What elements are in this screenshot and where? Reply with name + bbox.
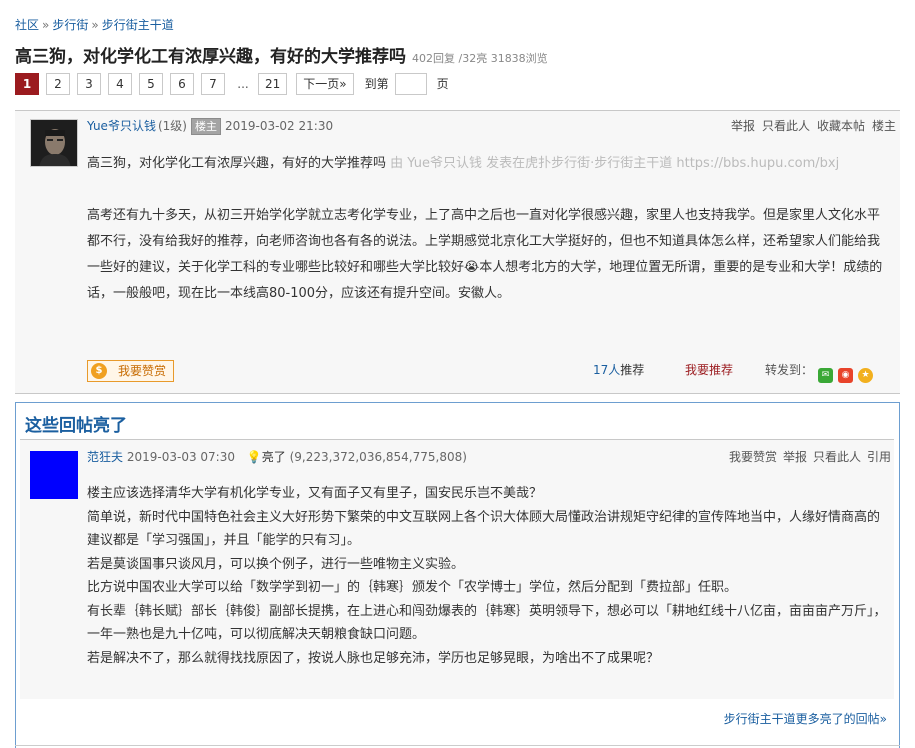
- reply-only-author-button[interactable]: 只看此人: [813, 450, 861, 464]
- reward-button[interactable]: $ 我要赞赏: [87, 360, 174, 382]
- author-link[interactable]: Yue爷只认钱: [87, 119, 156, 133]
- share-label: 转发到：: [765, 363, 814, 377]
- main-post: Yue爷只认钱 (1级) 楼主 2019-03-02 21:30 举报 只看此人 收藏本帖…: [15, 110, 900, 394]
- reply-report-button[interactable]: 举报: [783, 450, 807, 464]
- page-1-button[interactable]: 1: [15, 73, 39, 95]
- share-bar: 转发到： ✉ ◉ ★: [765, 361, 874, 383]
- reply-line: 楼主应该选择清华大学有机化学专业，又有面子又有里子，国安民乐岂不美哉？: [87, 486, 543, 501]
- reply-line: 有长辈｛韩长赋｝部长｛韩俊｝副部长提携，在上进心和闯劲爆表的｛韩寒｝英明领导下，…: [87, 603, 887, 643]
- reply-body: 楼主应该选择清华大学有机化学专业，又有面子又有里子，国安民乐岂不美哉？ 简单说，…: [87, 482, 887, 670]
- next-page-button[interactable]: 下一页»: [296, 73, 354, 95]
- reply-author-link[interactable]: 范狂夫: [87, 450, 123, 464]
- favorite-button[interactable]: 收藏本帖: [817, 119, 865, 133]
- post-source-note: 由 Yue爷只认钱 发表在虎扑步行街·步行街主干道 https://bbs.hu…: [390, 156, 840, 171]
- breadcrumb-separator: »: [42, 18, 50, 32]
- page-2-button[interactable]: 2: [46, 73, 70, 95]
- reply-line: 若是解决不了，那么就得找找原因了，按说人脉也足够充沛，学历也足够晃眼，为啥出不了…: [87, 650, 660, 666]
- reply-time: 2019-03-03 07:30: [126, 450, 235, 464]
- reply-line: 若是莫谈国事只谈风月，可以换个例子，进行一些唯物主义实验。: [87, 556, 465, 572]
- op-badge: 楼主: [190, 118, 221, 135]
- recommend-number[interactable]: 17人: [593, 363, 620, 377]
- lightbulb-icon[interactable]: 💡: [247, 450, 262, 464]
- breadcrumb-main-board[interactable]: 步行街主干道: [102, 18, 174, 32]
- thread-title: 高三狗，对化学化工有浓厚兴趣，有好的大学推荐吗: [15, 47, 406, 67]
- page-5-button[interactable]: 5: [139, 73, 163, 95]
- lit-replies-box: 这些回帖亮了 范狂夫 2019-03-03 07:30 💡亮了 (9,223,3…: [15, 402, 900, 748]
- page-ellipsis: ...: [237, 77, 249, 91]
- qzone-icon[interactable]: ★: [858, 368, 874, 383]
- goto-page-input[interactable]: [394, 73, 427, 95]
- page-unit-label: 页: [436, 77, 449, 91]
- reply-quote-button[interactable]: 引用: [867, 450, 891, 464]
- page-last-button[interactable]: 21: [258, 73, 288, 95]
- coin-icon: $: [91, 363, 107, 379]
- page-3-button[interactable]: 3: [77, 73, 101, 95]
- report-button[interactable]: 举报: [731, 119, 755, 133]
- lit-count: (9,223,372,036,854,775,808): [289, 450, 467, 464]
- weibo-icon[interactable]: ◉: [838, 368, 854, 383]
- reply-actions: 我要赞赏 举报 只看此人 引用: [723, 448, 891, 465]
- post-time: 2019-03-02 21:30: [224, 119, 334, 133]
- breadcrumb-bxj[interactable]: 步行街: [52, 18, 88, 32]
- lit-replies-heading: 这些回帖亮了: [25, 416, 127, 436]
- recommend-count: 17人推荐: [593, 361, 644, 378]
- reply-line: 简单说，新时代中国特色社会主义大好形势下繁荣的中文互联网上各个识大体顾大局懂政治…: [87, 509, 881, 549]
- floor-label: 楼主: [871, 119, 896, 133]
- page-6-button[interactable]: 6: [170, 73, 194, 95]
- goto-label: 到第: [364, 77, 389, 91]
- post-actions: 举报 只看此人 收藏本帖 楼主: [724, 117, 896, 134]
- post-paragraph: 高考还有九十多天，从初三开始学化学就立志考化学专业，上了高中之后也一直对化学很感…: [87, 208, 883, 301]
- author-level: (1级): [157, 119, 187, 133]
- breadcrumb-community[interactable]: 社区: [15, 18, 39, 32]
- lit-reply: 范狂夫 2019-03-03 07:30 💡亮了 (9,223,372,036,…: [20, 439, 894, 699]
- reply-author-avatar[interactable]: [30, 451, 78, 499]
- page-4-button[interactable]: 4: [108, 73, 132, 95]
- wechat-icon[interactable]: ✉: [818, 368, 834, 383]
- breadcrumb-separator: »: [91, 18, 99, 32]
- post-first-line: 高三狗，对化学化工有浓厚兴趣，有好的大学推荐吗: [87, 156, 387, 171]
- reply-reward-button[interactable]: 我要赞赏: [729, 450, 777, 464]
- more-lit-replies-link[interactable]: 步行街主干道更多亮了的回帖»: [724, 710, 887, 727]
- breadcrumb: 社区» 步行街» 步行街主干道: [15, 16, 174, 33]
- avatar-portrait-icon: [31, 120, 77, 166]
- thread-stats: 402回复 /32亮 31838浏览: [412, 52, 548, 65]
- recommend-label: 推荐: [620, 363, 645, 377]
- divider: [15, 745, 900, 746]
- my-recommend-button[interactable]: 我要推荐: [685, 361, 733, 378]
- reply-line: 比方说中国农业大学可以给「数学学到初一」的｛韩寒｝颁发个「农学博士」学位，然后分…: [87, 580, 738, 595]
- reward-label: 我要赞赏: [118, 364, 167, 378]
- pagination: 1 2 3 4 5 6 7... 21 下一页» 到第 页: [15, 73, 449, 95]
- lit-label[interactable]: 亮了: [262, 450, 286, 464]
- post-body: 高三狗，对化学化工有浓厚兴趣，有好的大学推荐吗 由 Yue爷只认钱 发表在虎扑步…: [87, 151, 887, 307]
- reply-meta: 范狂夫 2019-03-03 07:30 💡亮了 (9,223,372,036,…: [87, 448, 467, 465]
- thread-header: 高三狗，对化学化工有浓厚兴趣，有好的大学推荐吗 402回复 /32亮 31838浏…: [15, 42, 548, 67]
- post-meta: Yue爷只认钱 (1级) 楼主 2019-03-02 21:30: [87, 117, 333, 135]
- author-avatar[interactable]: [30, 119, 78, 167]
- page-7-button[interactable]: 7: [201, 73, 225, 95]
- only-author-button[interactable]: 只看此人: [762, 119, 810, 133]
